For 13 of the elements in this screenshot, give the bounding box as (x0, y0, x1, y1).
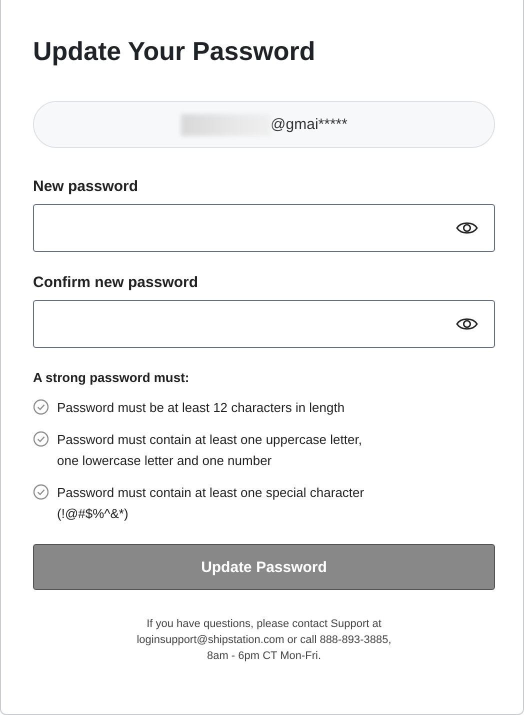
requirement-text: Password must be at least 12 characters in length (57, 399, 345, 417)
field-label: Confirm new password (33, 274, 200, 291)
requirement-text: Password must contain at least one special character (!@#$%^&*) (57, 484, 364, 523)
eye-icon[interactable] (456, 220, 478, 236)
password-field[interactable] (33, 300, 495, 348)
requirement-text: Password must contain at least one uppercase letter, one lowercase letter and one number (57, 431, 362, 470)
account-email-field: @gmai***** (33, 101, 495, 148)
support-text: If you have questions, please contact Support at loginsupport@shipstation.com or call 888-893-3885, 8am - 6pm CT Mon-Fri. (136, 617, 392, 664)
field-label: New password (33, 178, 140, 195)
eye-icon[interactable] (456, 316, 478, 332)
requirements-heading: A strong password must: (33, 370, 190, 385)
page-title: Update Your Password (33, 36, 316, 67)
password-field[interactable] (33, 204, 495, 252)
